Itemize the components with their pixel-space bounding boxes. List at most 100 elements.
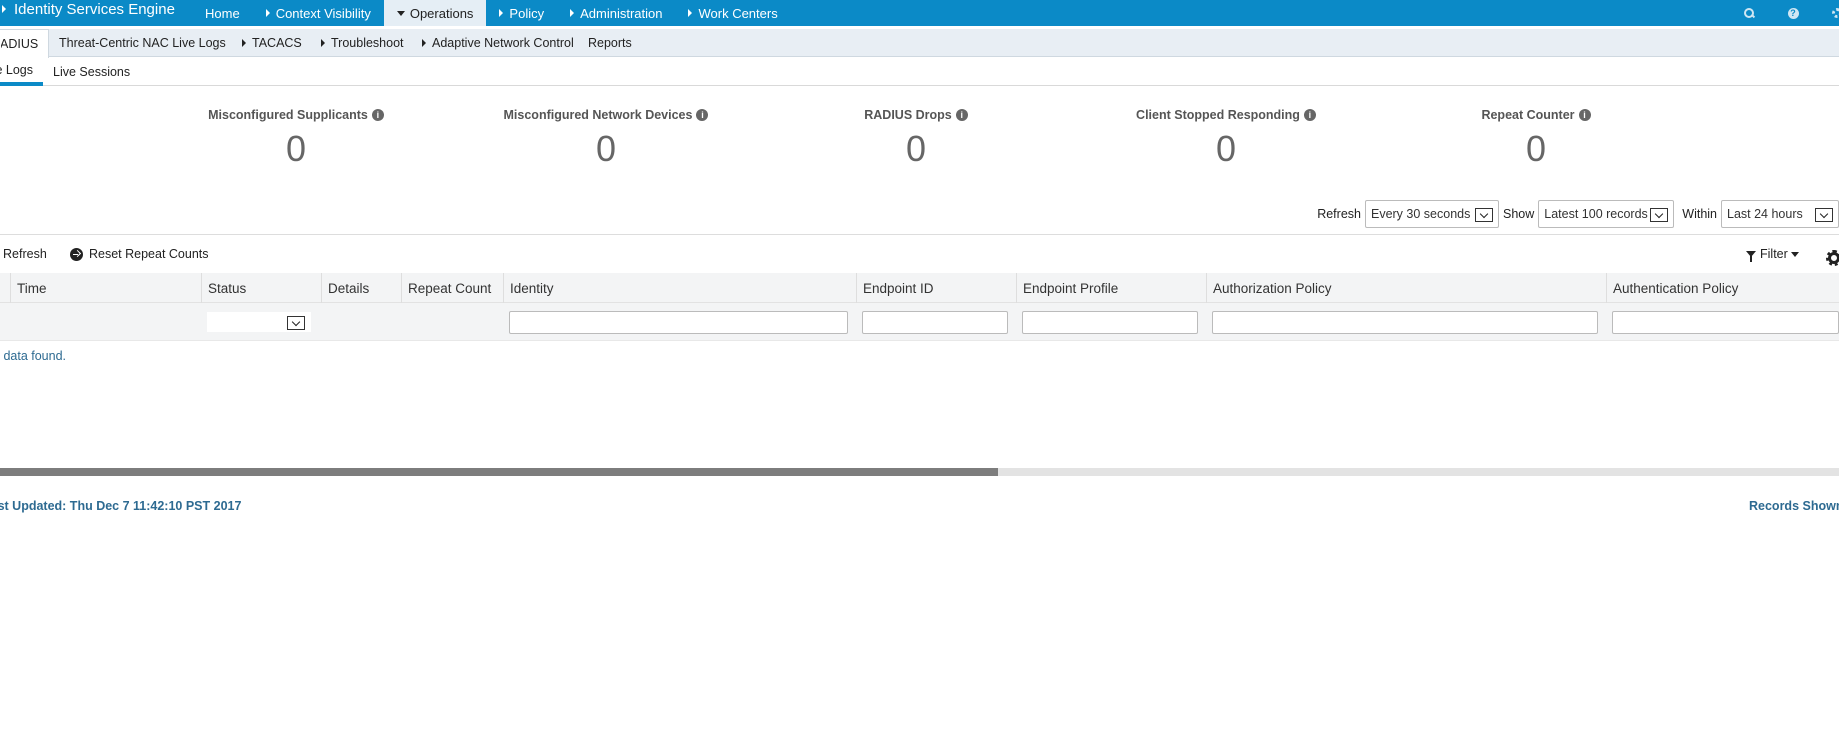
- caret-right-icon: [499, 9, 504, 17]
- subnav-label: TACACS: [252, 36, 302, 50]
- topnav-operations[interactable]: Operations: [383, 0, 487, 26]
- status-filter-select[interactable]: [207, 312, 311, 332]
- tab-label: Live Sessions: [53, 65, 131, 79]
- search-button[interactable]: [1743, 7, 1755, 19]
- column-header-endpoint-profile[interactable]: Endpoint Profile: [1016, 273, 1206, 303]
- gear-icon: [1832, 8, 1839, 18]
- metric-misconfigured-supplicants[interactable]: Misconfigured Supplicants i 0: [196, 108, 396, 170]
- column-label: Details: [328, 280, 370, 296]
- metric-value: 0: [285, 128, 307, 169]
- reset-button-label: Reset Repeat Counts: [89, 247, 209, 261]
- tab-label: Live Logs: [0, 63, 33, 77]
- topnav-administration[interactable]: Administration: [557, 0, 675, 26]
- subnav-tacacs[interactable]: TACACS: [242, 29, 302, 57]
- subnav-threat-centric[interactable]: Threat-Centric NAC Live Logs: [59, 29, 226, 57]
- last-updated: Last Updated: Thu Dec 7 11:42:10 PST 201…: [0, 499, 241, 513]
- metric-client-stopped-responding[interactable]: Client Stopped Responding i 0: [1126, 108, 1326, 170]
- chevron-down-icon: [1474, 208, 1493, 222]
- within-select[interactable]: Last 24 hours: [1721, 200, 1839, 228]
- subnav-label: Threat-Centric NAC Live Logs: [59, 36, 226, 50]
- within-label: Within: [1682, 207, 1717, 221]
- endpoint-profile-filter-input[interactable]: [1022, 311, 1198, 334]
- filter-button-label: Filter: [1760, 247, 1788, 261]
- metric-value: 0: [1525, 128, 1547, 169]
- settings-button[interactable]: [1831, 7, 1839, 19]
- refresh-label: Refresh: [1317, 207, 1361, 221]
- metric-label: Client Stopped Responding: [1136, 108, 1300, 122]
- info-icon[interactable]: i: [1578, 109, 1591, 121]
- refresh-button-label: Refresh: [3, 247, 47, 261]
- endpoint-id-filter-input[interactable]: [862, 311, 1008, 334]
- topnav-home[interactable]: Home: [192, 0, 253, 26]
- caret-right-icon: [265, 9, 270, 17]
- subnav-label: Adaptive Network Control: [432, 36, 574, 50]
- info-icon[interactable]: i: [371, 109, 384, 121]
- show-label: Show: [1502, 207, 1535, 221]
- column-label: Identity: [510, 280, 554, 296]
- caret-right-icon: [570, 9, 575, 17]
- column-label: Time: [17, 280, 47, 296]
- top-icons: ?: [1711, 0, 1839, 26]
- identity-filter-input[interactable]: [509, 311, 848, 334]
- metric-label: Repeat Counter: [1481, 108, 1575, 122]
- filter-button[interactable]: Filter: [1746, 244, 1799, 264]
- metric-repeat-counter[interactable]: Repeat Counter i 0: [1456, 108, 1616, 170]
- topnav-policy[interactable]: Policy: [486, 0, 557, 26]
- subnav-label: RADIUS: [0, 37, 39, 51]
- column-label: Endpoint ID: [863, 280, 934, 296]
- metric-misconfigured-network-devices[interactable]: Misconfigured Network Devices i 0: [496, 108, 716, 170]
- column-header-time[interactable]: Time: [10, 273, 201, 303]
- column-label: Status: [208, 280, 247, 296]
- refresh-interval-value: Every 30 seconds: [1370, 207, 1471, 221]
- info-icon[interactable]: i: [696, 109, 709, 121]
- column-header-status[interactable]: Status: [201, 273, 321, 303]
- authentication-policy-filter-input[interactable]: [1612, 311, 1839, 334]
- caret-right-icon: [422, 39, 426, 47]
- column-header-authorization-policy[interactable]: Authorization Policy: [1206, 273, 1606, 303]
- subnav-radius[interactable]: RADIUS: [0, 29, 50, 58]
- show-records-select[interactable]: Latest 100 records: [1538, 200, 1675, 228]
- metric-label: Misconfigured Network Devices: [503, 108, 693, 122]
- column-header-identity[interactable]: Identity: [503, 273, 856, 303]
- metric-label: RADIUS Drops: [864, 108, 952, 122]
- table-settings-button[interactable]: [1826, 248, 1839, 268]
- filter-icon: [1746, 251, 1756, 262]
- caret-down-icon: [1790, 251, 1799, 257]
- refresh-interval-select[interactable]: Every 30 seconds: [1364, 200, 1499, 228]
- refresh-button[interactable]: Refresh: [0, 244, 47, 264]
- info-icon[interactable]: i: [955, 109, 968, 121]
- column-label: Repeat Count: [408, 280, 492, 296]
- topnav-work-centers[interactable]: Work Centers: [675, 0, 790, 26]
- reset-repeat-counts-button[interactable]: Reset Repeat Counts: [70, 244, 209, 264]
- top-header: Identity Services Engine Home Context Vi…: [0, 0, 1839, 26]
- subnav-reports[interactable]: Reports: [588, 29, 632, 57]
- column-header-authentication-policy[interactable]: Authentication Policy: [1606, 273, 1839, 303]
- gear-icon: [1826, 250, 1839, 266]
- column-header-endpoint-id[interactable]: Endpoint ID: [856, 273, 1016, 303]
- column-header-details[interactable]: Details: [321, 273, 401, 303]
- refresh-controls: Refresh Every 30 seconds Show Latest 100…: [1309, 200, 1839, 228]
- subnav-label: Reports: [588, 36, 632, 50]
- metric-radius-drops[interactable]: RADIUS Drops i 0: [836, 108, 996, 170]
- info-icon[interactable]: i: [1303, 109, 1316, 121]
- topnav-label: Work Centers: [698, 5, 778, 21]
- column-header-repeat-count[interactable]: Repeat Count: [401, 273, 503, 303]
- topnav-label: Context Visibility: [275, 5, 371, 21]
- within-value: Last 24 hours: [1727, 207, 1803, 221]
- tab-live-sessions[interactable]: Live Sessions: [53, 58, 130, 86]
- filter-row: [0, 303, 1839, 341]
- subnav-adaptive-network-control[interactable]: Adaptive Network Control: [422, 29, 574, 57]
- menu-caret-icon[interactable]: [2, 5, 6, 13]
- brand[interactable]: Identity Services Engine: [0, 0, 175, 26]
- authorization-policy-filter-input[interactable]: [1212, 311, 1598, 334]
- topnav-label: Policy: [509, 5, 545, 21]
- subnav-troubleshoot[interactable]: Troubleshoot: [321, 29, 404, 57]
- table-toolbar: Refresh Reset Repeat Counts Filter: [0, 244, 1839, 266]
- horizontal-scrollbar-thumb[interactable]: [0, 468, 998, 476]
- empty-message: No data found.: [0, 349, 66, 363]
- topnav-context-visibility[interactable]: Context Visibility: [253, 0, 384, 26]
- caret-right-icon: [321, 39, 325, 47]
- caret-right-icon: [688, 9, 693, 17]
- help-button[interactable]: ?: [1787, 7, 1799, 19]
- tab-live-logs[interactable]: Live Logs: [0, 58, 43, 86]
